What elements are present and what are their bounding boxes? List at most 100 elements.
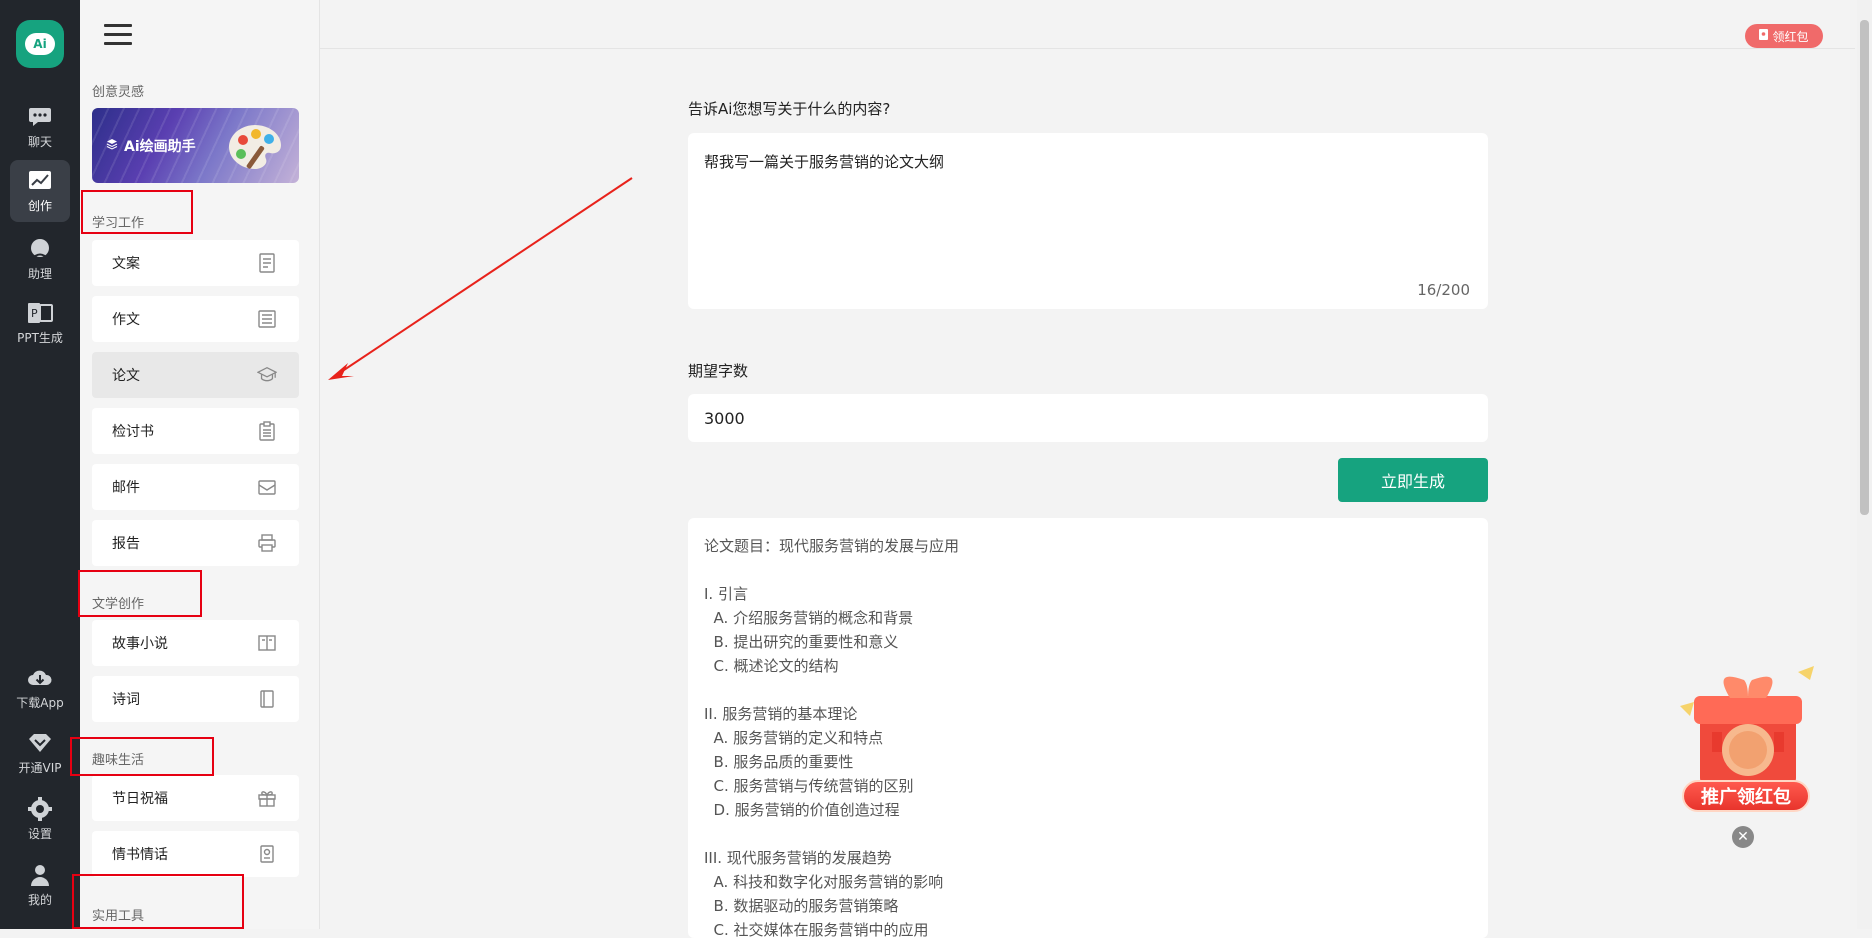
prompt-char-counter: 16/200 xyxy=(1417,281,1470,299)
annotation-box xyxy=(81,190,193,234)
menu-item-love-letter[interactable]: 情书情话 xyxy=(92,831,299,877)
generate-button[interactable]: 立即生成 xyxy=(1338,458,1488,502)
result-line: A. 科技和数字化对服务营销的影响 xyxy=(704,873,944,891)
menu-item-label: 论文 xyxy=(112,368,140,384)
rail-item-assistant[interactable]: 助理 xyxy=(10,228,70,290)
prompt-label: 告诉Ai您想写关于什么的内容? xyxy=(688,100,891,118)
svg-text:P: P xyxy=(31,307,38,320)
menu-item-label: 文案 xyxy=(112,256,140,272)
promo-redpacket-widget[interactable]: 推广领红包 xyxy=(1670,662,1820,822)
clipboard-icon xyxy=(257,421,277,441)
rail-item-vip[interactable]: 开通VIP xyxy=(10,722,70,784)
layers-icon xyxy=(106,138,118,154)
menu-item-copywriting[interactable]: 文案 xyxy=(92,240,299,286)
newspaper-icon xyxy=(257,309,277,329)
rail-label: 设置 xyxy=(27,826,52,841)
result-line xyxy=(704,558,1472,582)
result-line: 论文题目：现代服务营销的发展与应用 xyxy=(704,537,960,555)
result-line: A. 介绍服务营销的概念和背景 xyxy=(704,609,914,627)
promo-close-icon[interactable]: ✕ xyxy=(1732,826,1754,848)
gift-box-illustration xyxy=(1680,666,1814,786)
redpacket-icon xyxy=(1759,29,1769,43)
redpacket-label: 领红包 xyxy=(1772,29,1809,44)
app-rail: Ai 聊天 创作 助理 P PPT生成 下载App 开通VIP 设置 我的 xyxy=(0,0,80,929)
creation-sidebar: 创意灵感 Ai绘画助手 学习工作 文案 作文 论文 检讨书 邮件 报告 文学创作… xyxy=(80,0,320,929)
page-scrollbar[interactable] xyxy=(1857,0,1872,929)
word-count-input[interactable]: 3000 xyxy=(688,394,1488,442)
assistant-icon xyxy=(27,237,53,261)
word-count-label: 期望字数 xyxy=(688,362,749,380)
menu-item-thesis[interactable]: 论文 xyxy=(92,352,299,398)
rail-label: 下载App xyxy=(16,695,64,710)
result-line xyxy=(704,678,1472,702)
gear-icon xyxy=(27,796,53,821)
menu-item-label: 邮件 xyxy=(112,480,140,496)
annotation-box xyxy=(72,874,244,929)
word-count-value: 3000 xyxy=(704,408,745,428)
get-redpacket-button[interactable]: 领红包 xyxy=(1745,24,1823,48)
menu-item-composition[interactable]: 作文 xyxy=(92,296,299,342)
menu-item-report[interactable]: 报告 xyxy=(92,520,299,566)
scrollbar-thumb[interactable] xyxy=(1860,20,1869,515)
result-line xyxy=(704,822,1472,846)
rail-item-chat[interactable]: 聊天 xyxy=(10,96,70,158)
rail-label: 助理 xyxy=(27,266,52,281)
diamond-icon xyxy=(27,731,53,755)
rail-label: 开通VIP xyxy=(18,760,62,775)
banner-text: Ai绘画助手 xyxy=(124,139,196,155)
mail-icon xyxy=(257,477,277,497)
promo-label: 推广领红包 xyxy=(1682,780,1810,812)
result-line: I. 引言 xyxy=(704,585,748,603)
rail-item-download[interactable]: 下载App xyxy=(10,657,70,719)
result-line: D. 服务营销的价值创造过程 xyxy=(704,801,900,819)
book-icon xyxy=(257,689,277,709)
open-book-icon xyxy=(257,633,277,653)
result-line: C. 社交媒体在服务营销中的应用 xyxy=(704,921,929,938)
menu-item-poetry[interactable]: 诗词 xyxy=(92,676,299,722)
graduation-cap-icon xyxy=(257,365,277,385)
annotation-arrow xyxy=(328,177,633,380)
redpacket-area: 领红包 xyxy=(1745,12,1823,48)
result-line: B. 提出研究的重要性和意义 xyxy=(704,633,899,651)
result-line: III. 现代服务营销的发展趋势 xyxy=(704,849,892,867)
annotation-box xyxy=(78,570,202,617)
cloud-download-icon xyxy=(27,666,53,690)
annotation-box xyxy=(70,737,214,776)
menu-item-label: 作文 xyxy=(112,312,140,328)
rail-label: 创作 xyxy=(27,198,52,213)
result-line: C. 服务营销与传统营销的区别 xyxy=(704,777,914,795)
rail-item-me[interactable]: 我的 xyxy=(10,854,70,916)
result-panel: 论文题目：现代服务营销的发展与应用 I. 引言 A. 介绍服务营销的概念和背景 … xyxy=(688,518,1488,938)
result-line: A. 服务营销的定义和特点 xyxy=(704,729,884,747)
chart-line-icon xyxy=(27,169,53,193)
prompt-textarea[interactable]: 帮我写一篇关于服务营销的论文大纲 16/200 xyxy=(688,133,1488,309)
banner-label: Ai绘画助手 xyxy=(106,136,196,156)
rail-item-ppt[interactable]: P PPT生成 xyxy=(10,292,70,354)
result-line: B. 数据驱动的服务营销策略 xyxy=(704,897,899,915)
menu-item-label: 故事小说 xyxy=(112,636,168,652)
menu-toggle-icon[interactable] xyxy=(104,24,132,46)
menu-item-label: 节日祝福 xyxy=(112,791,168,807)
menu-item-story[interactable]: 故事小说 xyxy=(92,620,299,666)
top-bar xyxy=(320,0,1855,49)
app-logo[interactable]: Ai xyxy=(16,20,64,68)
section-title-inspiration: 创意灵感 xyxy=(92,85,145,100)
menu-item-email[interactable]: 邮件 xyxy=(92,464,299,510)
printer-icon xyxy=(257,533,277,553)
rail-label: PPT生成 xyxy=(17,330,63,345)
rail-label: 我的 xyxy=(27,892,52,907)
logo-text: Ai xyxy=(25,33,55,55)
rail-item-create[interactable]: 创作 xyxy=(10,160,70,222)
rail-label: 聊天 xyxy=(27,134,52,149)
menu-item-label: 检讨书 xyxy=(112,424,154,440)
ai-painting-banner[interactable]: Ai绘画助手 xyxy=(92,108,299,183)
ppt-icon: P xyxy=(27,301,53,325)
menu-item-holiday-wishes[interactable]: 节日祝福 xyxy=(92,775,299,821)
menu-item-label: 情书情话 xyxy=(112,847,168,863)
rail-item-settings[interactable]: 设置 xyxy=(10,788,70,850)
result-line: C. 概述论文的结构 xyxy=(704,657,839,675)
menu-item-self-criticism[interactable]: 检讨书 xyxy=(92,408,299,454)
result-line: II. 服务营销的基本理论 xyxy=(704,705,858,723)
letter-icon xyxy=(257,844,277,864)
menu-item-label: 诗词 xyxy=(112,692,140,708)
